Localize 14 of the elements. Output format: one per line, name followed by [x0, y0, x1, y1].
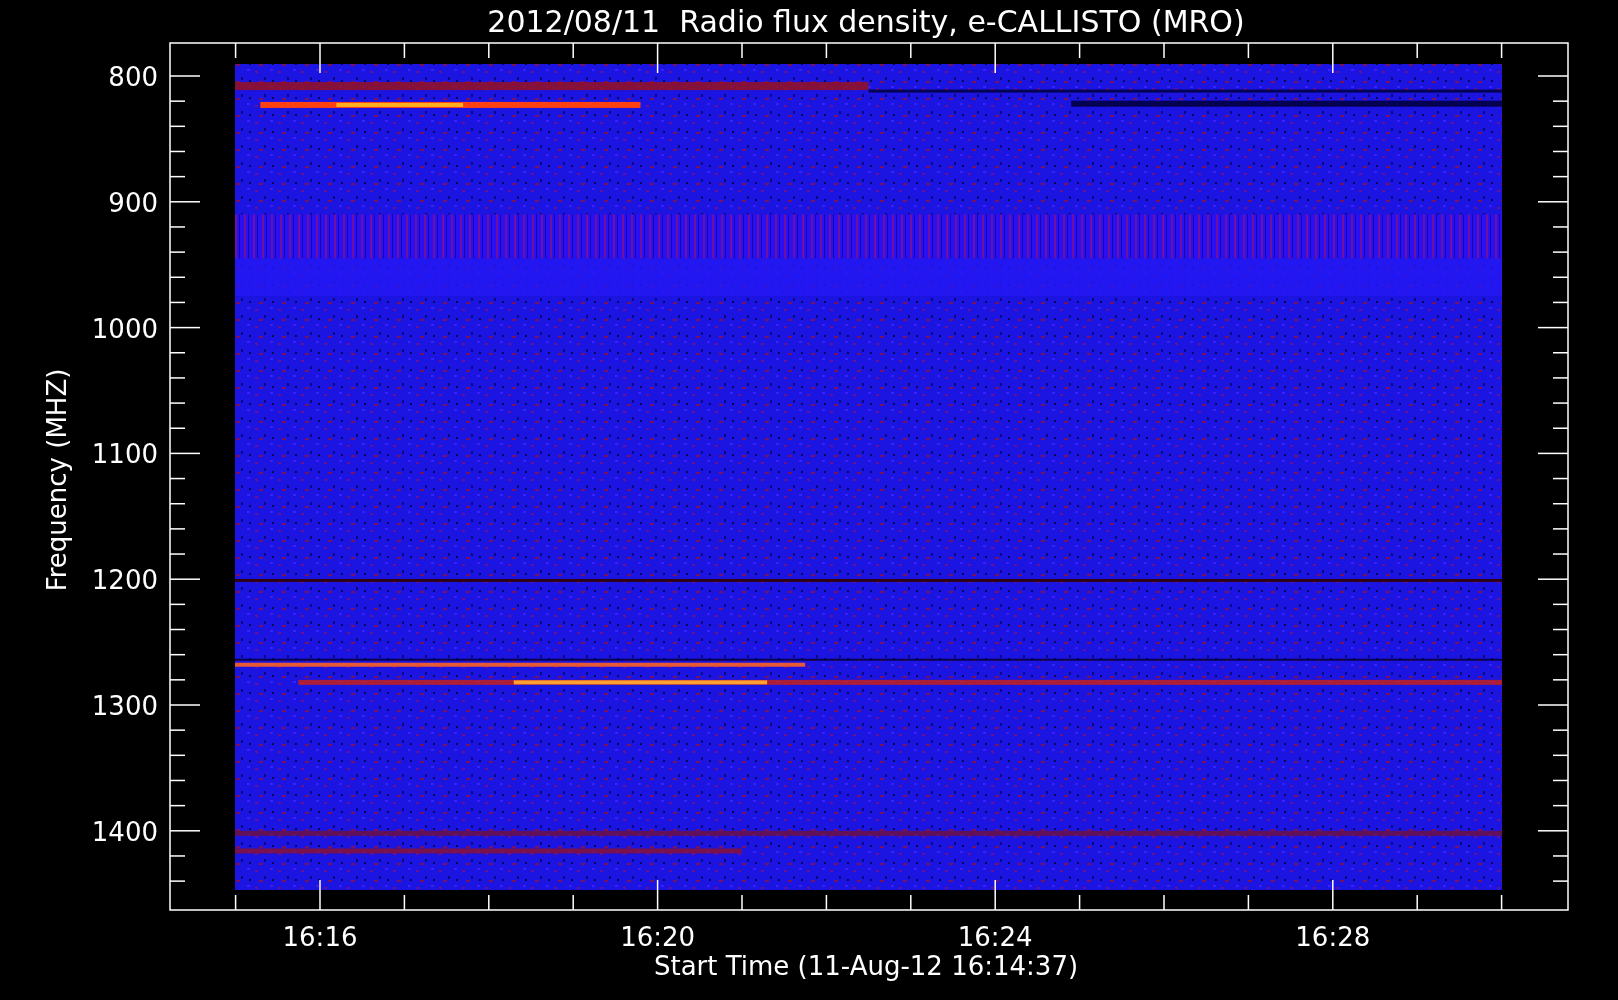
- x-tick-label: 16:24: [957, 922, 1033, 952]
- plot-title: 2012/08/11 Radio flux density, e-CALLISTO (MRO): [487, 4, 1245, 39]
- x-tick-label: 16:28: [1295, 922, 1371, 952]
- y-tick-label: 1000: [91, 313, 158, 344]
- y-tick-label: 800: [108, 62, 158, 92]
- y-tick-label: 1200: [91, 565, 158, 596]
- y-tick-label: 1300: [91, 691, 158, 721]
- x-tick-label: 16:16: [282, 922, 358, 952]
- y-tick-label: 900: [108, 187, 158, 218]
- x-tick-label: 16:20: [620, 922, 696, 952]
- y-tick-label: 1400: [91, 816, 158, 847]
- y-axis-label: Frequency (MHZ): [42, 368, 72, 592]
- x-axis-label: Start Time (11-Aug-12 16:14:37): [653, 951, 1079, 981]
- y-tick-label: 1100: [91, 439, 158, 470]
